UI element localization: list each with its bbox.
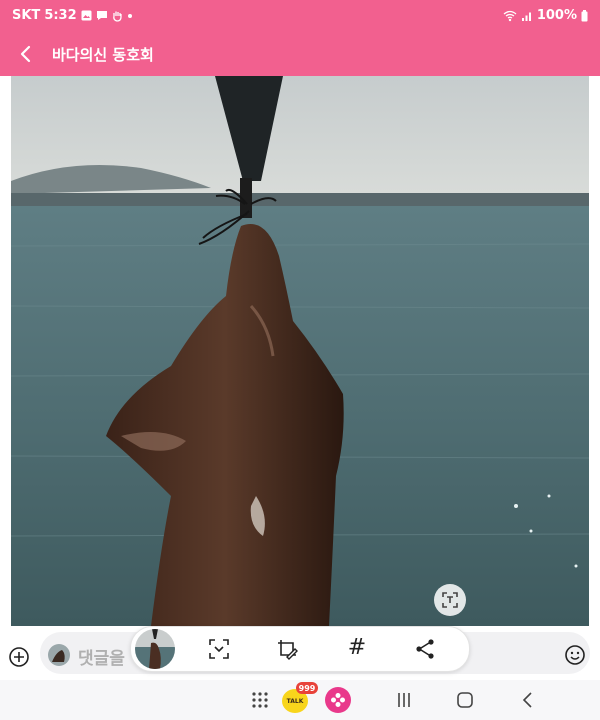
floating-toolbar: # — [130, 626, 470, 672]
add-attachment-icon[interactable] — [8, 646, 30, 668]
carrier-label: SKT — [12, 8, 41, 23]
thumbnail-image[interactable] — [135, 629, 175, 669]
chevron-left-icon[interactable] — [14, 42, 38, 66]
hand-icon — [112, 11, 122, 22]
comment-placeholder: 댓글을 — [78, 649, 125, 669]
image-icon — [81, 10, 92, 21]
kakaotalk-app[interactable]: TALK 999 — [282, 682, 318, 713]
flower-app-icon[interactable] — [325, 687, 351, 713]
dot-icon — [127, 13, 132, 18]
post-photo[interactable] — [11, 76, 589, 626]
text-scan-icon — [442, 592, 458, 608]
apps-grid-icon[interactable] — [248, 688, 272, 712]
emoji-icon[interactable] — [564, 644, 586, 666]
home-icon[interactable] — [453, 688, 477, 712]
clock: 5:32 — [44, 8, 77, 23]
recents-icon[interactable] — [392, 688, 416, 712]
battery-icon — [581, 9, 588, 21]
avatar — [48, 644, 70, 666]
scan-icon[interactable] — [207, 637, 231, 661]
talk-label: TALK — [286, 697, 304, 705]
status-bar: SKT 5:32 100% — [0, 0, 600, 34]
flower-glyph-icon — [331, 693, 345, 707]
status-right: 100% — [503, 8, 588, 23]
text-scan-button[interactable] — [434, 584, 466, 616]
edit-crop-icon[interactable] — [275, 637, 299, 661]
share-icon[interactable] — [413, 637, 437, 661]
notification-badge: 999 — [296, 682, 318, 694]
wifi-call-icon — [503, 10, 517, 21]
fish-photo-image — [11, 76, 589, 626]
page-title: 바다의신 동호회 — [52, 46, 154, 64]
message-icon — [96, 11, 107, 20]
app-bar: 바다의신 동호회 — [0, 34, 600, 76]
signal-icon — [521, 12, 531, 21]
battery-percent: 100% — [536, 8, 577, 23]
status-left: SKT 5:32 — [12, 8, 133, 23]
hashtag-icon[interactable]: # — [345, 635, 369, 660]
back-icon[interactable] — [516, 688, 540, 712]
